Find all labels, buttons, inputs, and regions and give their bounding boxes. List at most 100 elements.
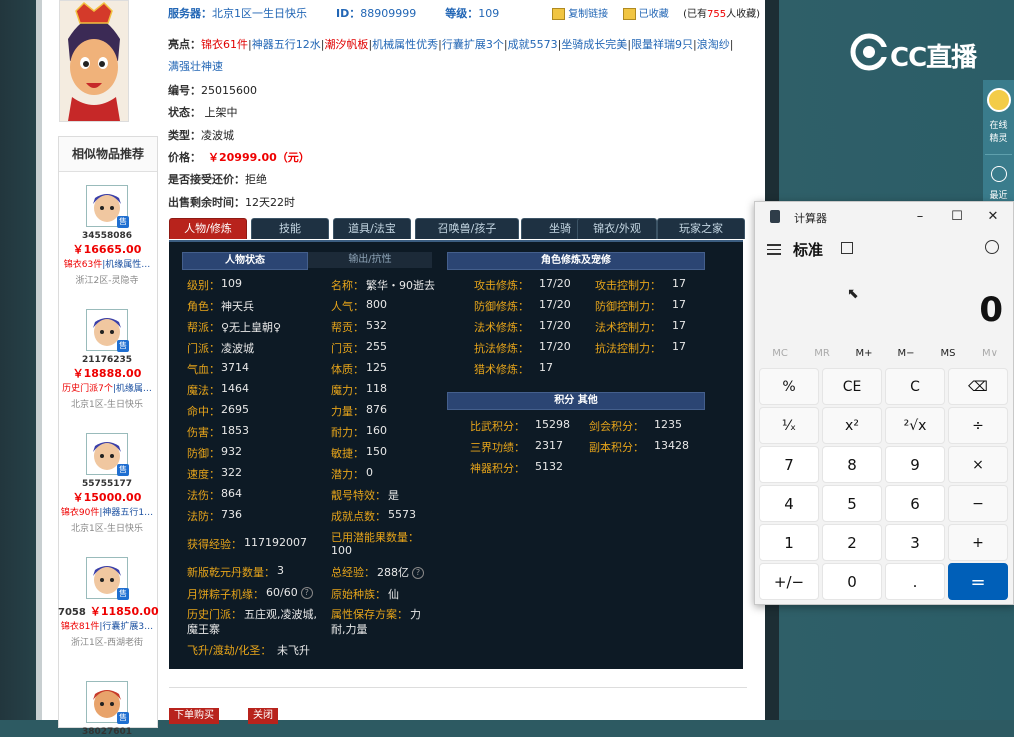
close-button[interactable]: 关闭 xyxy=(248,708,278,724)
copy-link-button[interactable]: 复制链接 xyxy=(552,8,611,20)
tab-2[interactable]: 技能 xyxy=(251,218,329,239)
cultivate-value: 17 xyxy=(539,361,553,374)
online-sprite-button[interactable]: 在线 精灵 xyxy=(983,84,1014,146)
memory-button-5[interactable]: MS xyxy=(927,344,969,364)
digit-7-button[interactable]: 7 xyxy=(759,446,819,483)
stat-value: 0 xyxy=(366,466,373,479)
calculator-titlebar[interactable]: 计算器 – ☐ ✕ xyxy=(755,202,1013,232)
similar-item[interactable]: 售 55755177 ￥15000.00 锦衣90件|神器五行1… 北京1区-生日快乐 xyxy=(58,433,156,534)
highlight-tag[interactable]: 限量祥瑞9只 xyxy=(631,38,693,51)
type-value: 凌波城 xyxy=(201,129,234,142)
stat-label: 命中： xyxy=(187,405,220,418)
plus-button[interactable]: + xyxy=(948,524,1008,561)
backspace-button[interactable]: ⌫ xyxy=(948,368,1008,405)
close-window-button[interactable]: ✕ xyxy=(984,208,1002,226)
score-head: 积分 其他 xyxy=(447,392,705,410)
online-label-2: 精灵 xyxy=(989,134,1008,144)
buy-button[interactable]: 下单购买 xyxy=(169,708,219,724)
tab-7[interactable]: 玩家之家 xyxy=(657,218,745,239)
cultivate-value: 17/20 xyxy=(539,340,571,353)
similar-item[interactable]: 售 21176235 ￥18888.00 历史门派7个|机缘属… 北京1区-生日快乐 xyxy=(58,309,156,410)
highlight-tag[interactable]: 锦衣61件 xyxy=(201,38,248,51)
digit-8-button[interactable]: 8 xyxy=(822,446,882,483)
similar-item[interactable]: 售 34558086 ￥16665.00 锦衣63件|机缘属性… 浙江2区-灵隐寺 xyxy=(58,185,156,286)
clear-entry-button[interactable]: CE xyxy=(822,368,882,405)
digit-0-button[interactable]: 0 xyxy=(822,563,882,600)
highlights: 亮点：锦衣61件|神器五行12水|潮汐帆板|机械属性优秀|行囊扩展3个|成就55… xyxy=(168,34,748,78)
clear-button[interactable]: C xyxy=(885,368,945,405)
digit-4-button[interactable]: 4 xyxy=(759,485,819,522)
similar-item-thumbnail[interactable]: 售 xyxy=(86,185,129,228)
highlight-tag[interactable]: 机械属性优秀 xyxy=(372,38,438,51)
square-root-button[interactable]: ²√x xyxy=(885,407,945,444)
similar-item-tags: 锦衣81件|行囊扩展3… xyxy=(59,619,155,632)
highlight-line2: 满强壮神速 xyxy=(168,60,223,73)
stat-value: 凌波城 xyxy=(221,342,254,355)
tab-1[interactable]: 人物/修炼 xyxy=(169,218,247,239)
highlight-tag[interactable]: 神器五行12水 xyxy=(252,38,321,51)
square-button[interactable]: x² xyxy=(822,407,882,444)
divide-button[interactable]: ÷ xyxy=(948,407,1008,444)
ascend-value: 未飞升 xyxy=(277,644,310,657)
calculator-display: 0 xyxy=(979,290,1003,330)
favorite-button[interactable]: 已收藏 xyxy=(622,8,672,20)
highlight-tag[interactable]: 坐骑成长完美 xyxy=(561,38,627,51)
digit-1-button[interactable]: 1 xyxy=(759,524,819,561)
calculator-mode-title: 标准 xyxy=(793,241,824,259)
similar-item-tag: |机缘属性… xyxy=(102,260,151,270)
highlight-tag[interactable]: 潮汐帆板 xyxy=(324,38,368,51)
stat-value: 322 xyxy=(221,466,242,479)
digit-2-button[interactable]: 2 xyxy=(822,524,882,561)
similar-item-thumbnail[interactable]: 售 xyxy=(86,433,129,476)
potential-value: 100 xyxy=(331,544,352,557)
control-label: 法术控制力： xyxy=(595,321,661,334)
minus-button[interactable]: − xyxy=(948,485,1008,522)
similar-item-thumbnail[interactable]: 售 xyxy=(86,681,129,724)
history-value-2: 魔王寨 xyxy=(187,623,220,636)
percent-button[interactable]: % xyxy=(759,368,819,405)
level-value: 109 xyxy=(478,7,500,20)
digit-5-button[interactable]: 5 xyxy=(822,485,882,522)
highlight-tag[interactable]: 成就5573 xyxy=(508,38,558,51)
tab-4[interactable]: 召唤兽/孩子 xyxy=(415,218,519,239)
history-icon[interactable] xyxy=(985,240,999,254)
favorited-label: 已收藏 xyxy=(638,9,669,20)
menu-icon[interactable] xyxy=(767,241,781,255)
memory-button-4[interactable]: M− xyxy=(885,344,927,364)
similar-item-server: 北京1区-生日快乐 xyxy=(71,524,143,534)
keep-on-top-icon[interactable] xyxy=(841,242,853,254)
memory-button-1[interactable]: MC xyxy=(759,344,801,364)
multiply-button[interactable]: × xyxy=(948,446,1008,483)
highlight-tag[interactable]: 浪淘纱 xyxy=(697,38,730,51)
digit-6-button[interactable]: 6 xyxy=(885,485,945,522)
highlight-tag[interactable]: 行囊扩展3个 xyxy=(442,38,504,51)
similar-item[interactable]: 售 38027601 xyxy=(58,681,156,737)
tab-3[interactable]: 道具/法宝 xyxy=(333,218,411,239)
control-label: 抗法控制力： xyxy=(595,342,661,355)
output-head-tab[interactable]: 输出/抗性 xyxy=(308,252,432,268)
recent-button[interactable]: 最近 xyxy=(983,164,1014,204)
digit-9-button[interactable]: 9 xyxy=(885,446,945,483)
maximize-button[interactable]: ☐ xyxy=(948,208,966,226)
tab-6[interactable]: 锦衣/外观 xyxy=(577,218,657,239)
help-icon[interactable]: ? xyxy=(300,587,313,599)
minimize-button[interactable]: – xyxy=(911,208,929,226)
similar-item-tags: 历史门派7个|机缘属… xyxy=(59,381,155,394)
memory-button-6[interactable]: M∨ xyxy=(969,344,1011,364)
equals-button[interactable]: = xyxy=(948,563,1008,600)
memory-button-3[interactable]: M+ xyxy=(843,344,885,364)
similar-item-id: 21176235 xyxy=(81,355,133,365)
similar-item-thumbnail[interactable]: 售 xyxy=(86,309,129,352)
copy-link-label: 复制链接 xyxy=(568,9,609,20)
similar-item-thumbnail[interactable]: 售 xyxy=(86,557,129,600)
stat-value: 118 xyxy=(366,382,387,395)
digit-3-button[interactable]: 3 xyxy=(885,524,945,561)
decimal-button[interactable]: . xyxy=(885,563,945,600)
negate-button[interactable]: +/− xyxy=(759,563,819,600)
reciprocal-button[interactable]: ¹⁄ₓ xyxy=(759,407,819,444)
sale-badge: 售 xyxy=(117,712,129,724)
character-avatar xyxy=(59,0,129,122)
memory-button-2[interactable]: MR xyxy=(801,344,843,364)
similar-item[interactable]: 售70587058￥11850.00锦衣81件|行囊扩展3…浙江1区-西湖老街 xyxy=(58,557,159,648)
help-icon[interactable]: ? xyxy=(412,567,424,579)
